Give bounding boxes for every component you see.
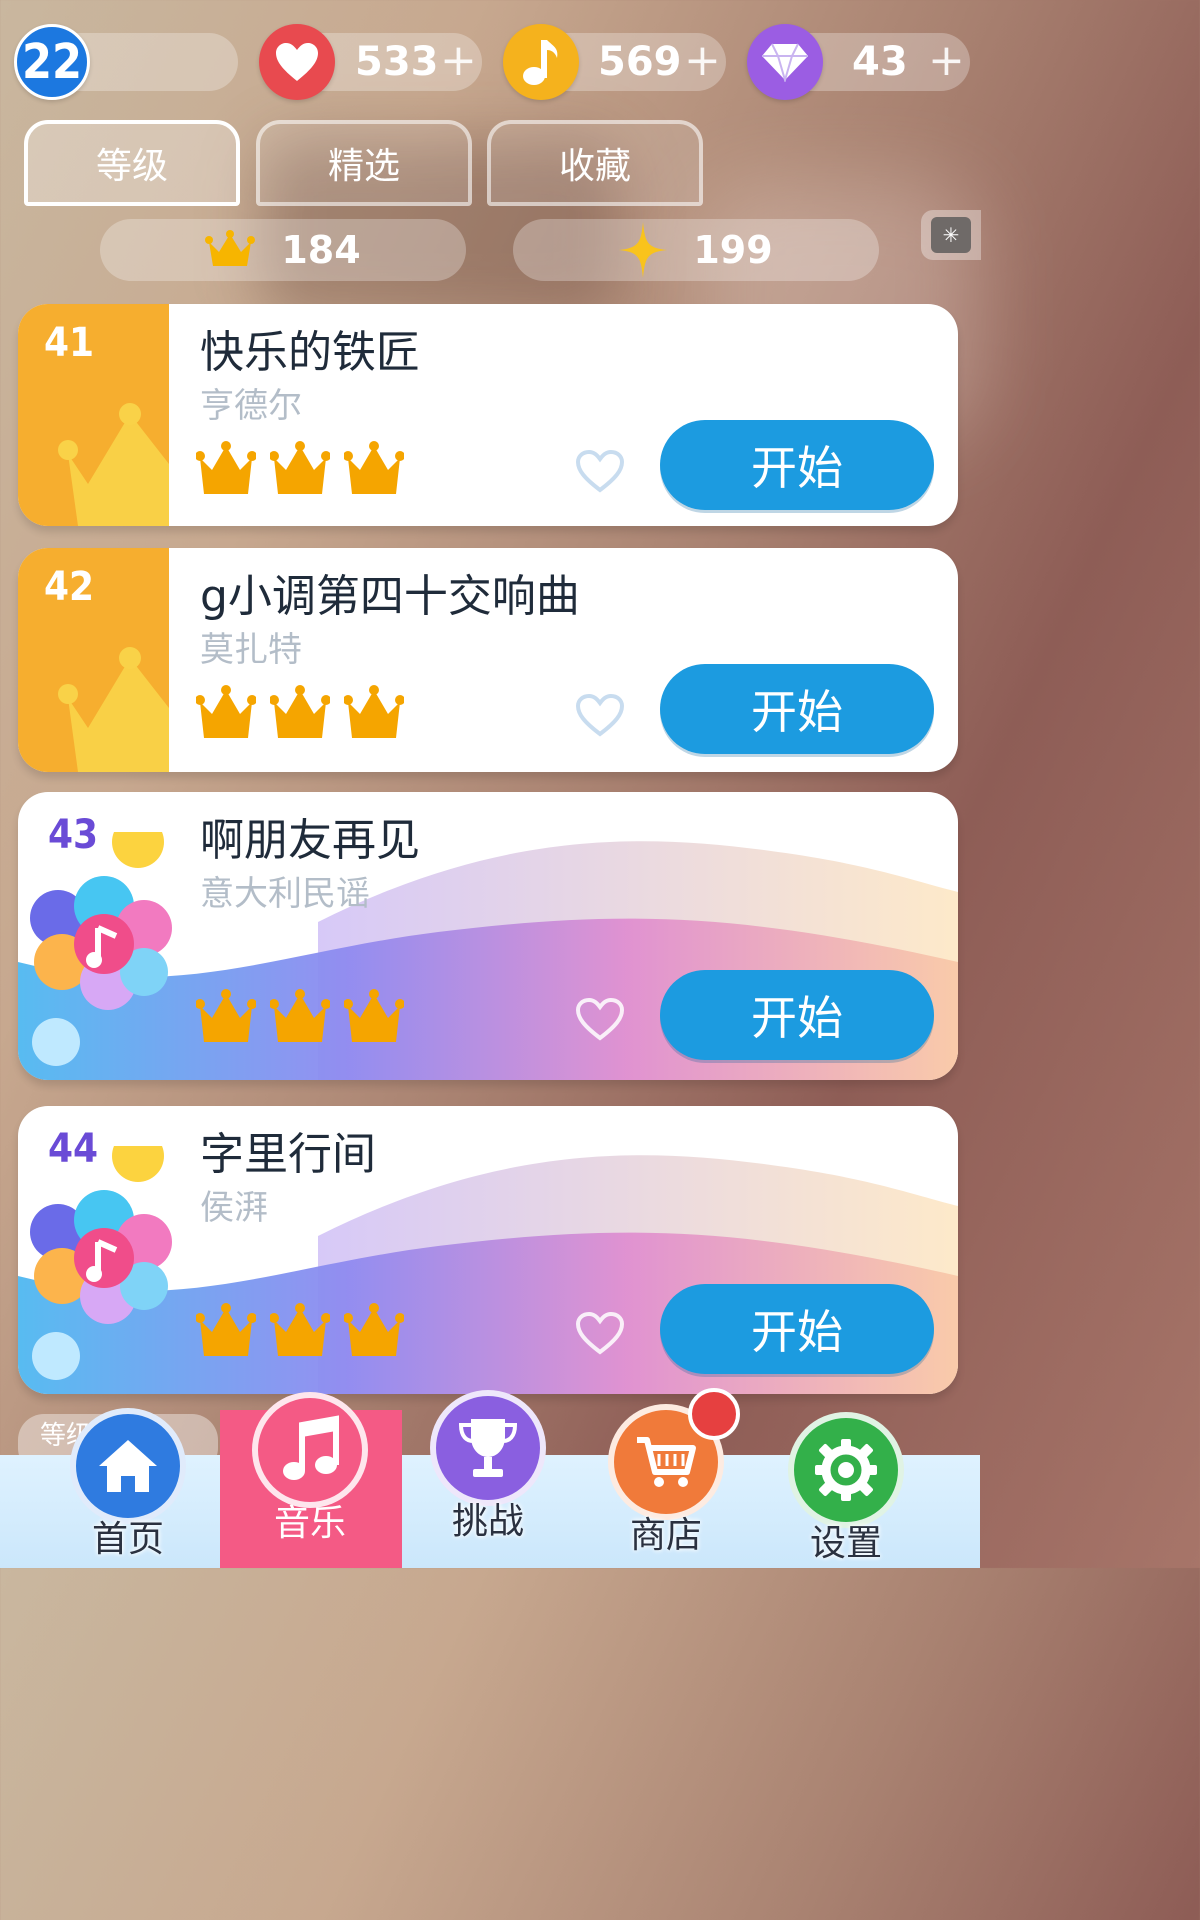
crown-icon	[344, 989, 404, 1042]
crown-icon	[270, 1303, 330, 1356]
flower-music-icon	[26, 1130, 176, 1386]
song-card: 44 字里行间 侯湃 开始	[18, 1106, 958, 1394]
flower-icon	[30, 816, 172, 1066]
start-button[interactable]: 开始	[660, 970, 934, 1060]
song-card: 43 啊朋友再见 意大利民谣 开始	[18, 792, 958, 1080]
level-badge: 22	[14, 24, 90, 100]
song-number: 44	[48, 1126, 99, 1172]
nav-settings-label: 设置	[809, 1523, 882, 1564]
song-card: 41 快乐的铁匠 亨德尔 开始	[18, 304, 958, 526]
crown-rating	[196, 988, 404, 1046]
flower-music-icon	[26, 816, 176, 1072]
song-artist: 意大利民谣	[200, 874, 370, 914]
song-number: 43	[48, 812, 99, 858]
crown-stat: 184	[100, 219, 466, 281]
song-title: 快乐的铁匠	[200, 327, 420, 378]
star-icon	[619, 222, 668, 278]
notification-badge	[688, 1388, 740, 1440]
add-hearts-button[interactable]: +	[440, 33, 477, 91]
add-gems-button[interactable]: +	[928, 33, 965, 91]
side-panel-button[interactable]: ✳	[921, 210, 981, 260]
crown-icon	[344, 441, 404, 494]
star-stat: 199	[513, 219, 879, 281]
notes-count: 569	[598, 39, 682, 85]
song-title: g小调第四十交响曲	[200, 571, 580, 622]
crown-icon	[270, 989, 330, 1042]
nav-challenge-label: 挑战	[451, 1501, 524, 1542]
crown-count: 184	[281, 228, 361, 272]
start-button[interactable]: 开始	[660, 664, 934, 754]
home-icon	[70, 1408, 186, 1524]
tab-level[interactable]: 等级	[24, 120, 240, 206]
start-button[interactable]: 开始	[660, 420, 934, 510]
start-button[interactable]: 开始	[660, 1284, 934, 1374]
gear-icon	[788, 1412, 904, 1528]
favorite-heart-icon[interactable]	[574, 692, 626, 738]
star-count: 199	[693, 228, 773, 272]
crown-icon	[270, 685, 330, 738]
song-number: 41	[44, 320, 95, 366]
crown-rating	[196, 684, 404, 742]
song-title: 字里行间	[200, 1129, 376, 1180]
music-note-icon	[503, 24, 579, 100]
crown-icon	[344, 685, 404, 738]
hearts-count: 533	[355, 39, 439, 85]
nav-home[interactable]: 首页	[70, 1408, 186, 1562]
favorite-heart-icon[interactable]	[574, 1310, 626, 1356]
crown-icon	[344, 1303, 404, 1356]
favorite-heart-icon[interactable]	[574, 448, 626, 494]
crown-icon	[205, 230, 256, 266]
song-title: 啊朋友再见	[200, 815, 420, 866]
sparkle-icon: ✳	[931, 217, 971, 253]
song-card: 42 g小调第四十交响曲 莫扎特 开始	[18, 548, 958, 772]
gems-count: 43	[852, 39, 908, 85]
music-note-icon	[252, 1392, 368, 1508]
flower-icon	[30, 1130, 172, 1380]
crown-rating	[196, 1302, 404, 1360]
tab-favorites[interactable]: 收藏	[487, 120, 703, 206]
nav-settings[interactable]: 设置	[788, 1412, 904, 1566]
crown-icon	[196, 685, 256, 738]
diamond-icon	[747, 24, 823, 100]
nav-challenge[interactable]: 挑战	[430, 1390, 546, 1544]
crown-icon	[196, 989, 256, 1042]
add-notes-button[interactable]: +	[684, 33, 721, 91]
song-number: 42	[44, 564, 95, 610]
trophy-icon	[430, 1390, 546, 1506]
nav-shop-label: 商店	[629, 1515, 702, 1556]
nav-music-label: 音乐	[273, 1503, 346, 1544]
song-artist: 莫扎特	[200, 630, 302, 670]
song-artist: 亨德尔	[200, 386, 302, 426]
crown-rating	[196, 440, 404, 498]
crown-icon	[196, 441, 256, 494]
heart-icon	[259, 24, 335, 100]
favorite-heart-icon[interactable]	[574, 996, 626, 1042]
tab-featured[interactable]: 精选	[256, 120, 472, 206]
crown-icon	[196, 1303, 256, 1356]
nav-home-label: 首页	[91, 1519, 164, 1560]
crown-icon	[270, 441, 330, 494]
nav-music[interactable]: 音乐	[252, 1392, 368, 1546]
song-artist: 侯湃	[200, 1188, 268, 1228]
